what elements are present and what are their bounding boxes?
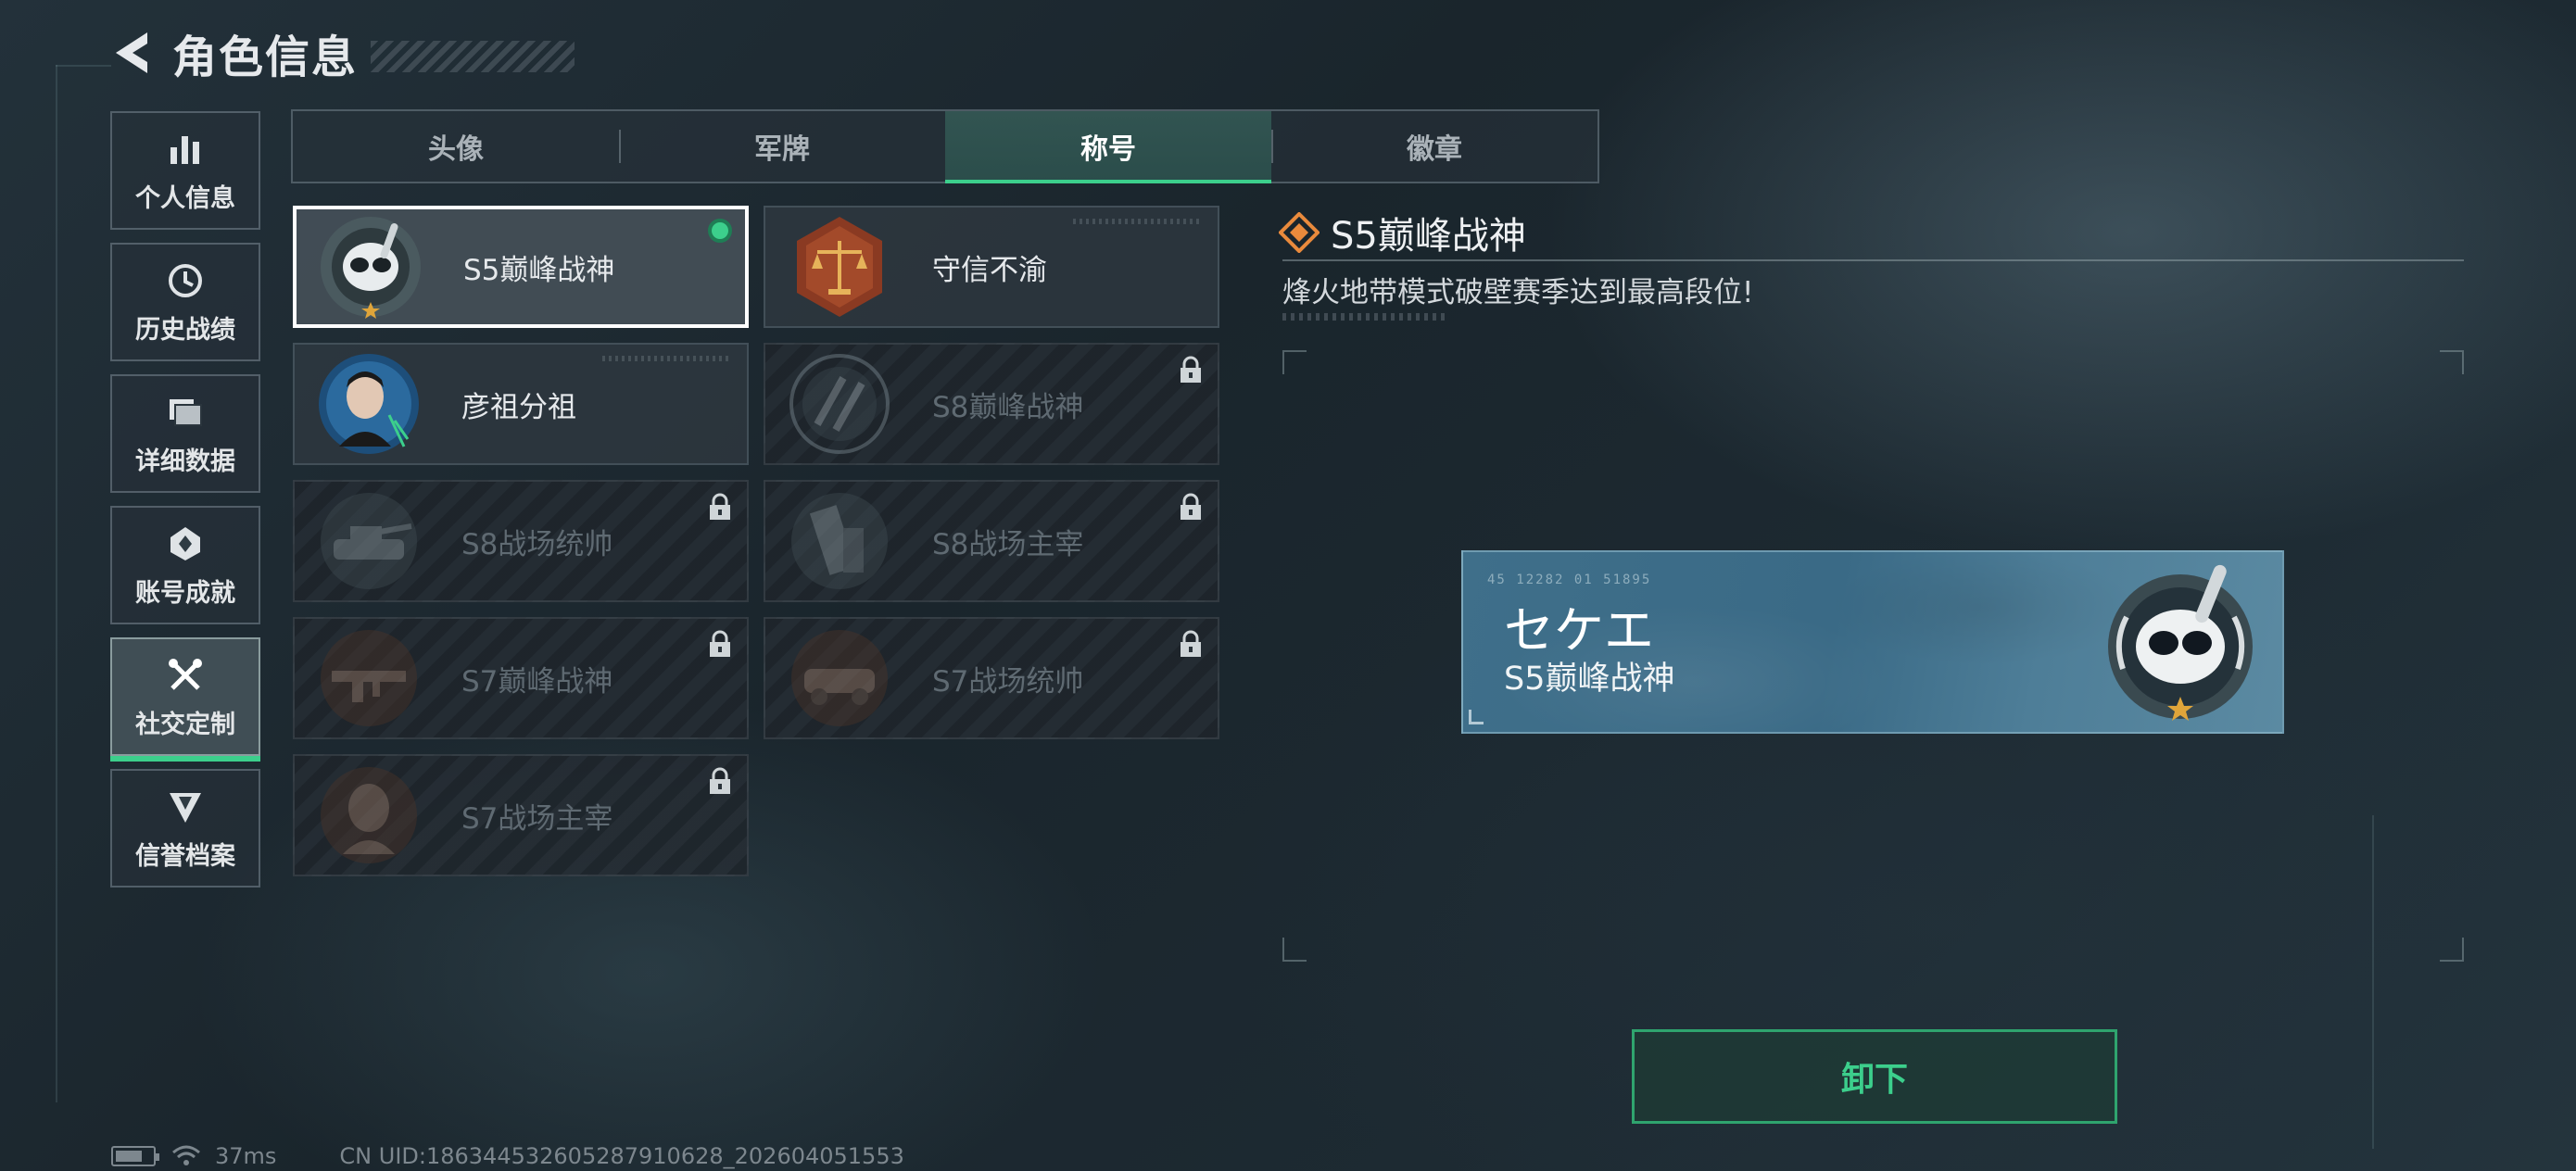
tab-badge[interactable]: 徽章 — [1271, 111, 1597, 182]
card-decoration — [602, 356, 732, 361]
sidebar-item-label: 个人信息 — [135, 183, 235, 213]
card-decoration — [1073, 219, 1203, 224]
decor-line — [56, 65, 57, 1102]
title-card-label: S8巅峰战神 — [932, 390, 1084, 424]
decor-line — [56, 65, 111, 67]
detail-description: 烽火地带模式破壁赛季达到最高段位! — [1282, 276, 1754, 309]
diver-skull-badge-icon — [2108, 564, 2253, 721]
title-card-s7-commander[interactable]: S7战场统帅 — [764, 617, 1219, 739]
sidebar-item-detailed-data[interactable]: 详细数据 — [110, 374, 260, 493]
detail-title: S5巅峰战神 — [1331, 215, 1526, 258]
page-title: 角色信息 — [172, 31, 359, 83]
lock-icon — [710, 630, 730, 657]
title-card-label: S8战场统帅 — [461, 527, 613, 561]
wifi-icon — [172, 1145, 200, 1165]
sidebar-item-social-custom[interactable]: 社交定制 — [110, 637, 260, 762]
detail-header: S5巅峰战神 — [1279, 206, 1526, 259]
lock-icon — [1181, 356, 1201, 383]
status-footer: 37ms CN UID:1863445326052879​10628_20260… — [111, 1143, 904, 1169]
building-badge-icon — [786, 487, 893, 595]
nameplate-code: 45 12282 01 51895 — [1487, 573, 1652, 587]
title-card-s7-dominator[interactable]: S7战场主宰 — [293, 754, 749, 876]
title-card-label: S8战场主宰 — [932, 527, 1084, 561]
equipped-indicator — [708, 219, 732, 243]
lock-icon — [1181, 630, 1201, 657]
vehicle-badge-icon — [786, 624, 893, 732]
tab-avatar[interactable]: 头像 — [293, 111, 619, 182]
title-card-s8-peak-god[interactable]: S8巅峰战神 — [764, 343, 1219, 465]
nameplate-title: S5巅峰战神 — [1504, 661, 1675, 698]
sidebar-item-history[interactable]: 历史战绩 — [110, 243, 260, 361]
detail-decoration — [1282, 313, 1446, 321]
sidebar-item-label: 详细数据 — [135, 447, 235, 476]
portrait-badge-icon — [315, 350, 423, 458]
history-icon — [164, 259, 207, 302]
title-card-label: S7巅峰战神 — [461, 664, 613, 699]
tab-dog-tag[interactable]: 军牌 — [619, 111, 945, 182]
tank-badge-icon — [315, 487, 423, 595]
diver-skull-badge-icon — [317, 213, 424, 321]
achievement-icon — [164, 523, 207, 565]
tab-title[interactable]: 称号 — [945, 111, 1271, 183]
back-arrow-icon[interactable] — [109, 27, 154, 79]
sidebar-item-personal-info[interactable]: 个人信息 — [110, 111, 260, 230]
diamond-icon — [1279, 212, 1320, 253]
sidebar-item-label: 信誉档案 — [135, 841, 235, 871]
rifle-badge-icon — [315, 624, 423, 732]
title-card-label: 彦祖分祖 — [461, 390, 576, 424]
unequip-button[interactable]: 卸下 — [1632, 1029, 2117, 1124]
bar-chart-icon — [164, 128, 207, 170]
detail-divider — [1282, 259, 2464, 261]
scales-badge-icon — [786, 213, 893, 321]
sidebar-item-label: 账号成就 — [135, 578, 235, 608]
sidebar-item-credit-profile[interactable]: 信誉档案 — [110, 769, 260, 888]
tools-icon — [164, 654, 207, 697]
sidebar-item-label: 历史战绩 — [135, 315, 235, 345]
lock-icon — [710, 493, 730, 520]
title-card-s8-dominator[interactable]: S8战场主宰 — [764, 480, 1219, 602]
page-header: 角色信息 — [109, 26, 575, 83]
battery-icon — [111, 1146, 159, 1166]
slash-badge-icon — [786, 350, 893, 458]
ping-value: 37ms — [215, 1143, 277, 1169]
title-card-label: S5巅峰战神 — [463, 253, 615, 287]
title-card-trustworthy[interactable]: 守信不渝 — [764, 206, 1219, 328]
credit-shield-icon — [164, 786, 207, 828]
lock-icon — [1181, 493, 1201, 520]
player-uid: CN UID:1863445326052879​10628_2026040515… — [339, 1143, 904, 1169]
sidebar: 个人信息 历史战绩 详细数据 账号成就 社交定制 信誉档案 — [110, 111, 260, 900]
title-card-yanzu[interactable]: 彦祖分祖 — [293, 343, 749, 465]
soldier-badge-icon — [315, 762, 423, 869]
title-card-label: S7战场主宰 — [461, 801, 613, 836]
category-tabs: 头像 军牌 称号 徽章 — [291, 109, 1599, 183]
title-card-s5-peak-god[interactable]: S5巅峰战神 — [293, 206, 749, 328]
nameplate-preview: 45 12282 01 51895 セケエ S5巅峰战神 — [1461, 550, 2284, 734]
sidebar-item-achievements[interactable]: 账号成就 — [110, 506, 260, 624]
title-card-label: 守信不渝 — [932, 253, 1047, 287]
title-decoration — [371, 41, 575, 72]
folder-icon — [164, 391, 207, 434]
lock-icon — [710, 767, 730, 794]
title-card-s8-commander[interactable]: S8战场统帅 — [293, 480, 749, 602]
title-card-label: S7战场统帅 — [932, 664, 1084, 699]
title-card-s7-peak-god[interactable]: S7巅峰战神 — [293, 617, 749, 739]
sidebar-item-label: 社交定制 — [135, 710, 235, 739]
